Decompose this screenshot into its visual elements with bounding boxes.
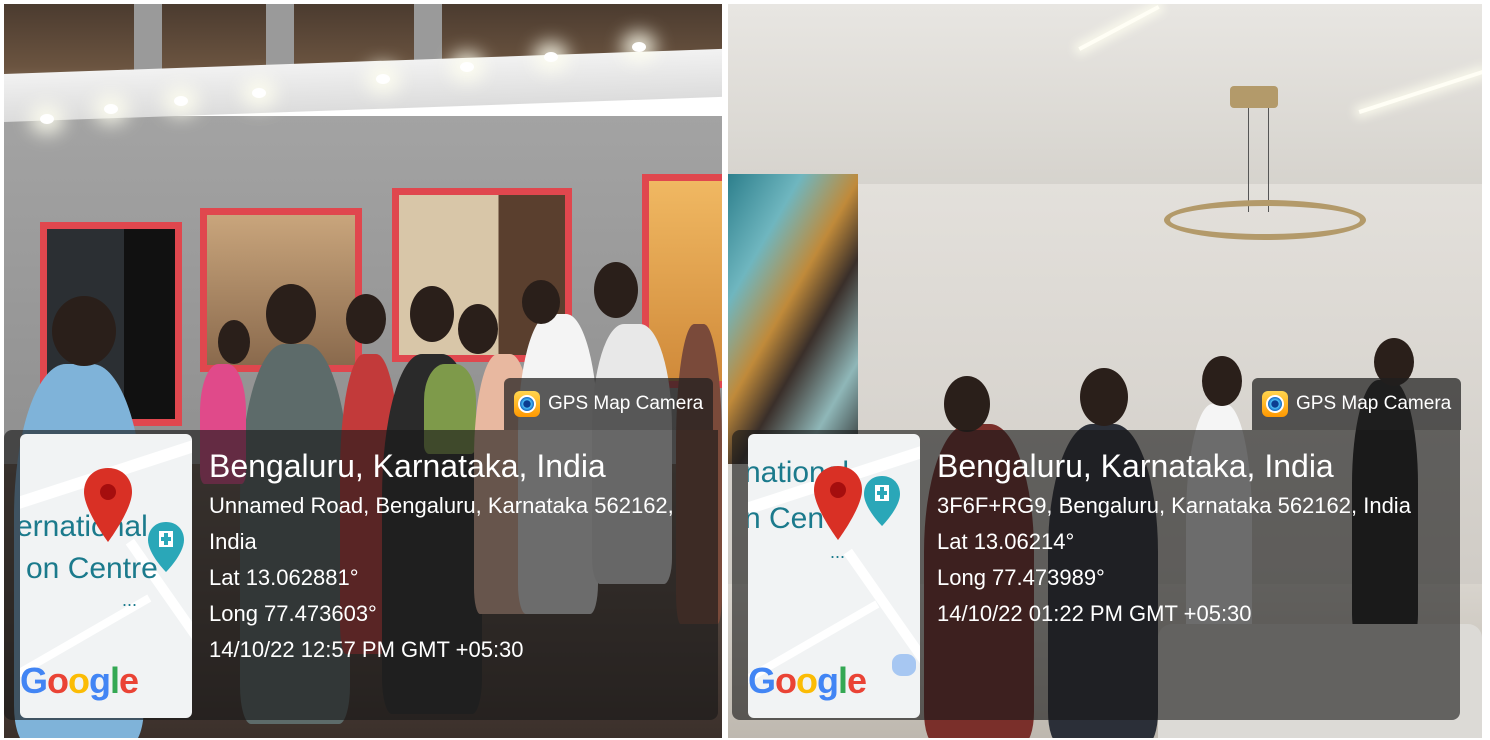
- chandelier-mount: [1230, 86, 1278, 108]
- longitude: Long 77.473603°: [209, 601, 377, 626]
- location-details: Bengaluru, Karnataka, India Unnamed Road…: [209, 448, 710, 673]
- map-dots: ...: [122, 590, 138, 610]
- map-thumbnail: national n Cen ... Google: [748, 434, 920, 718]
- gps-map-camera-icon: [1262, 391, 1288, 417]
- google-logo: Google: [20, 660, 139, 701]
- visitor-head: [266, 284, 316, 344]
- visitor-head: [52, 296, 116, 366]
- hospital-poi-icon: [148, 522, 184, 572]
- spotlight: [460, 62, 474, 72]
- address-line: Unnamed Road, Bengaluru, Karnataka 56216…: [209, 493, 674, 518]
- hospital-poi-icon: [864, 476, 900, 526]
- spotlight: [544, 52, 558, 62]
- chandelier-wire: [1248, 108, 1249, 212]
- visitor-head: [944, 376, 990, 432]
- app-name: GPS Map Camera: [548, 393, 704, 414]
- abstract-painting: [728, 174, 858, 464]
- location-details: Bengaluru, Karnataka, India 3F6F+RG9, Be…: [937, 448, 1452, 637]
- location-title: Bengaluru, Karnataka, India: [937, 448, 1334, 484]
- spotlight: [104, 104, 118, 114]
- latitude: Lat 13.06214°: [937, 529, 1075, 554]
- map-pin-icon: [814, 466, 862, 540]
- location-title: Bengaluru, Karnataka, India: [209, 448, 606, 484]
- map-road: [843, 548, 920, 670]
- gps-map-camera-icon: [514, 391, 540, 417]
- longitude: Long 77.473989°: [937, 565, 1105, 590]
- location-info-panel: national n Cen ... Google Bengaluru, Kar…: [732, 430, 1460, 720]
- visitor-head: [522, 280, 560, 324]
- visitor-head: [410, 286, 454, 342]
- visitor-head: [594, 262, 638, 318]
- map-thumbnail: ernational on Centre ... Google: [20, 434, 192, 718]
- map-place-label: on Centre: [26, 552, 158, 585]
- visitor-head: [218, 320, 250, 364]
- chandelier-wire: [1268, 108, 1269, 212]
- visitor-head: [1080, 368, 1128, 426]
- spotlight: [632, 42, 646, 52]
- spotlight: [40, 114, 54, 124]
- spotlight: [252, 88, 266, 98]
- address-line: 3F6F+RG9, Bengaluru, Karnataka 562162, I…: [937, 493, 1411, 518]
- ring-chandelier: [1164, 200, 1366, 240]
- timestamp: 14/10/22 12:57 PM GMT +05:30: [209, 637, 524, 662]
- map-pin-icon: [84, 468, 132, 542]
- google-logo: Google: [748, 660, 867, 701]
- spotlight: [376, 74, 390, 84]
- address-line: India: [209, 529, 257, 554]
- app-name: GPS Map Camera: [1296, 393, 1452, 414]
- gps-map-camera-badge: GPS Map Camera: [1252, 378, 1462, 430]
- timestamp: 14/10/22 01:22 PM GMT +05:30: [937, 601, 1252, 626]
- map-dots: ...: [830, 542, 846, 562]
- map-water-area: [892, 654, 916, 676]
- visitor-head: [458, 304, 498, 354]
- latitude: Lat 13.062881°: [209, 565, 359, 590]
- gps-map-camera-badge: GPS Map Camera: [504, 378, 714, 430]
- photo-right: GPS Map Camera national n Cen ... Google: [728, 4, 1482, 738]
- visitor-head: [346, 294, 386, 344]
- photo-left: GPS Map Camera ernational on Centre ... …: [4, 4, 722, 738]
- location-info-panel: ernational on Centre ... Google Bengalur…: [4, 430, 718, 720]
- spotlight: [174, 96, 188, 106]
- visitor-head: [1202, 356, 1242, 406]
